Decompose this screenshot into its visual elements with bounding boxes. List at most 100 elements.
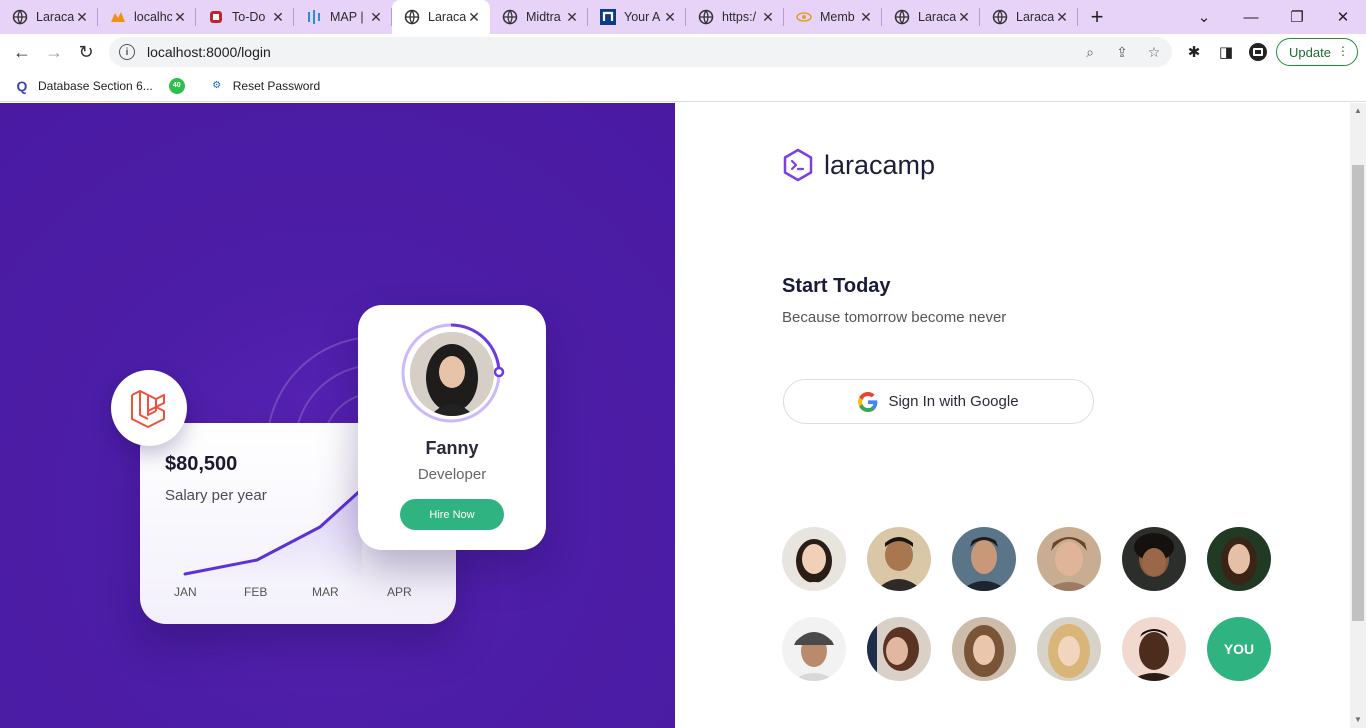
scroll-thumb[interactable] xyxy=(1352,165,1364,621)
page-subtitle: Because tomorrow become never xyxy=(782,309,1007,326)
bookmark-database[interactable]: Q Database Section 6... xyxy=(14,78,153,94)
minimize-icon[interactable]: — xyxy=(1228,0,1274,34)
zoom-icon[interactable]: ⌕ xyxy=(1082,44,1098,60)
browser-tab[interactable]: https:/✕ xyxy=(686,0,784,34)
tab-title: Midtra xyxy=(526,10,561,24)
member-avatar xyxy=(1037,617,1101,681)
browser-toolbar: ← → ↻ i localhost:8000/login ⌕ ⇪ ☆ ✱ ◨ U… xyxy=(0,34,1366,70)
close-tab-icon[interactable]: ✕ xyxy=(172,9,188,26)
phpmyadmin-icon xyxy=(110,9,126,25)
profile-avatar[interactable] xyxy=(1248,42,1268,62)
browser-tab[interactable]: Memb ✕ xyxy=(784,0,882,34)
tab-title: https:/ xyxy=(722,10,757,24)
close-tab-icon[interactable]: ✕ xyxy=(466,9,482,26)
fanny-avatar xyxy=(410,332,494,416)
month-label: JAN xyxy=(174,585,197,599)
member-avatar xyxy=(1122,617,1186,681)
member-icon xyxy=(796,9,812,25)
browser-tab[interactable]: MAP | ✕ xyxy=(294,0,392,34)
globe-icon xyxy=(698,9,714,25)
tab-title: Laraca xyxy=(1016,10,1054,24)
close-tab-icon[interactable]: ✕ xyxy=(270,9,286,26)
laravel-icon xyxy=(131,390,165,428)
globe-icon xyxy=(502,9,518,25)
close-tab-icon[interactable]: ✕ xyxy=(662,9,678,26)
reload-icon[interactable]: ↻ xyxy=(72,38,100,66)
salary-value: $80,500 xyxy=(165,453,238,475)
browser-tab[interactable]: Midtra ✕ xyxy=(490,0,588,34)
member-avatar xyxy=(1207,527,1271,591)
google-signin-button[interactable]: Sign In with Google xyxy=(783,379,1094,424)
hero-panel: $80,500 Salary per year JAN FEB MAR APR xyxy=(0,103,675,728)
profile-avatar-wrap xyxy=(401,323,505,425)
member-avatar xyxy=(1037,527,1101,591)
globe-icon xyxy=(404,9,420,25)
scroll-down-icon[interactable]: ▼ xyxy=(1354,715,1362,724)
brand-name: laracamp xyxy=(824,149,936,180)
laravel-logo-badge xyxy=(111,370,187,446)
close-tab-icon[interactable]: ✕ xyxy=(858,9,874,26)
browser-tab[interactable]: Laraca ✕ xyxy=(882,0,980,34)
browser-tab[interactable]: Your A ✕ xyxy=(588,0,686,34)
extensions-icon[interactable]: ✱ xyxy=(1184,42,1204,62)
forward-icon[interactable]: → xyxy=(40,38,68,66)
restore-icon[interactable]: ❐ xyxy=(1274,0,1320,34)
new-tab-button[interactable]: + xyxy=(1078,0,1116,34)
todo-icon xyxy=(208,9,224,25)
close-tab-icon[interactable]: ✕ xyxy=(760,9,776,26)
tab-title: localhc xyxy=(134,10,172,24)
page-scrollbar[interactable]: ▲ ▼ xyxy=(1350,103,1366,728)
member-avatar xyxy=(867,527,931,591)
tab-strip: Laraca ✕ localhc ✕ To-Do ✕ MAP | ✕ Laraca ✕ Midtra… xyxy=(0,0,1366,34)
page-title: Start Today xyxy=(782,275,891,297)
browser-tab[interactable]: Laraca ✕ xyxy=(980,0,1078,34)
salary-label: Salary per year xyxy=(165,487,267,504)
close-tab-icon[interactable]: ✕ xyxy=(1054,9,1070,26)
bookmark-badge[interactable]: 40 xyxy=(168,77,193,94)
bookmark-label: Database Section 6... xyxy=(38,78,153,93)
hire-now-button[interactable]: Hire Now xyxy=(400,499,504,530)
n-icon xyxy=(600,9,616,25)
address-url[interactable]: localhost:8000/login xyxy=(147,44,271,60)
badge-40-icon: 40 xyxy=(168,77,185,94)
bookmark-reset-password[interactable]: ⚙ Reset Password xyxy=(209,78,320,94)
login-page: $80,500 Salary per year JAN FEB MAR APR xyxy=(0,103,1366,728)
close-tab-icon[interactable]: ✕ xyxy=(564,9,580,26)
google-icon xyxy=(858,391,878,412)
browser-tab[interactable]: Laraca ✕ xyxy=(392,0,490,34)
map-icon xyxy=(306,9,322,25)
month-label: FEB xyxy=(244,585,268,599)
tab-search-icon[interactable]: ⌄ xyxy=(1181,0,1227,34)
month-label: MAR xyxy=(312,585,339,599)
tab-title: To-Do xyxy=(232,10,266,24)
site-info-icon[interactable]: i xyxy=(119,44,135,60)
you-avatar: YOU xyxy=(1207,617,1271,681)
browser-tab[interactable]: To-Do ✕ xyxy=(196,0,294,34)
tab-title: MAP | xyxy=(330,10,364,24)
close-window-icon[interactable]: ✕ xyxy=(1320,0,1366,34)
back-icon[interactable]: ← xyxy=(8,38,36,66)
close-tab-icon[interactable]: ✕ xyxy=(368,9,384,26)
google-signin-label: Sign In with Google xyxy=(888,393,1019,410)
browser-tab[interactable]: Laraca ✕ xyxy=(0,0,98,34)
share-icon[interactable]: ⇪ xyxy=(1114,44,1130,60)
globe-icon xyxy=(992,9,1008,25)
update-label: Update xyxy=(1289,44,1331,60)
bookmark-star-icon[interactable]: ☆ xyxy=(1146,44,1162,60)
close-tab-icon[interactable]: ✕ xyxy=(956,9,972,26)
menu-dots-icon[interactable]: ⋮ xyxy=(1337,44,1349,58)
member-avatar xyxy=(1122,527,1186,591)
tab-title: Laraca xyxy=(428,10,466,24)
scroll-up-icon[interactable]: ▲ xyxy=(1354,106,1362,115)
tabs-container: Laraca ✕ localhc ✕ To-Do ✕ MAP | ✕ Laraca ✕ Midtra… xyxy=(0,0,1078,34)
address-bar[interactable]: i localhost:8000/login ⌕ ⇪ ☆ xyxy=(109,37,1172,67)
tab-title: Laraca xyxy=(918,10,956,24)
profile-card: Fanny Developer Hire Now xyxy=(358,305,546,550)
browser-tab[interactable]: localhc ✕ xyxy=(98,0,196,34)
side-panel-icon[interactable]: ◨ xyxy=(1216,42,1236,62)
update-button[interactable]: Update ⋮ xyxy=(1276,38,1358,66)
laracamp-logo[interactable]: laracamp xyxy=(782,148,935,182)
close-tab-icon[interactable]: ✕ xyxy=(74,9,90,26)
auth-panel: laracamp Start Today Because tomorrow be… xyxy=(675,103,1350,728)
globe-icon xyxy=(12,9,28,25)
